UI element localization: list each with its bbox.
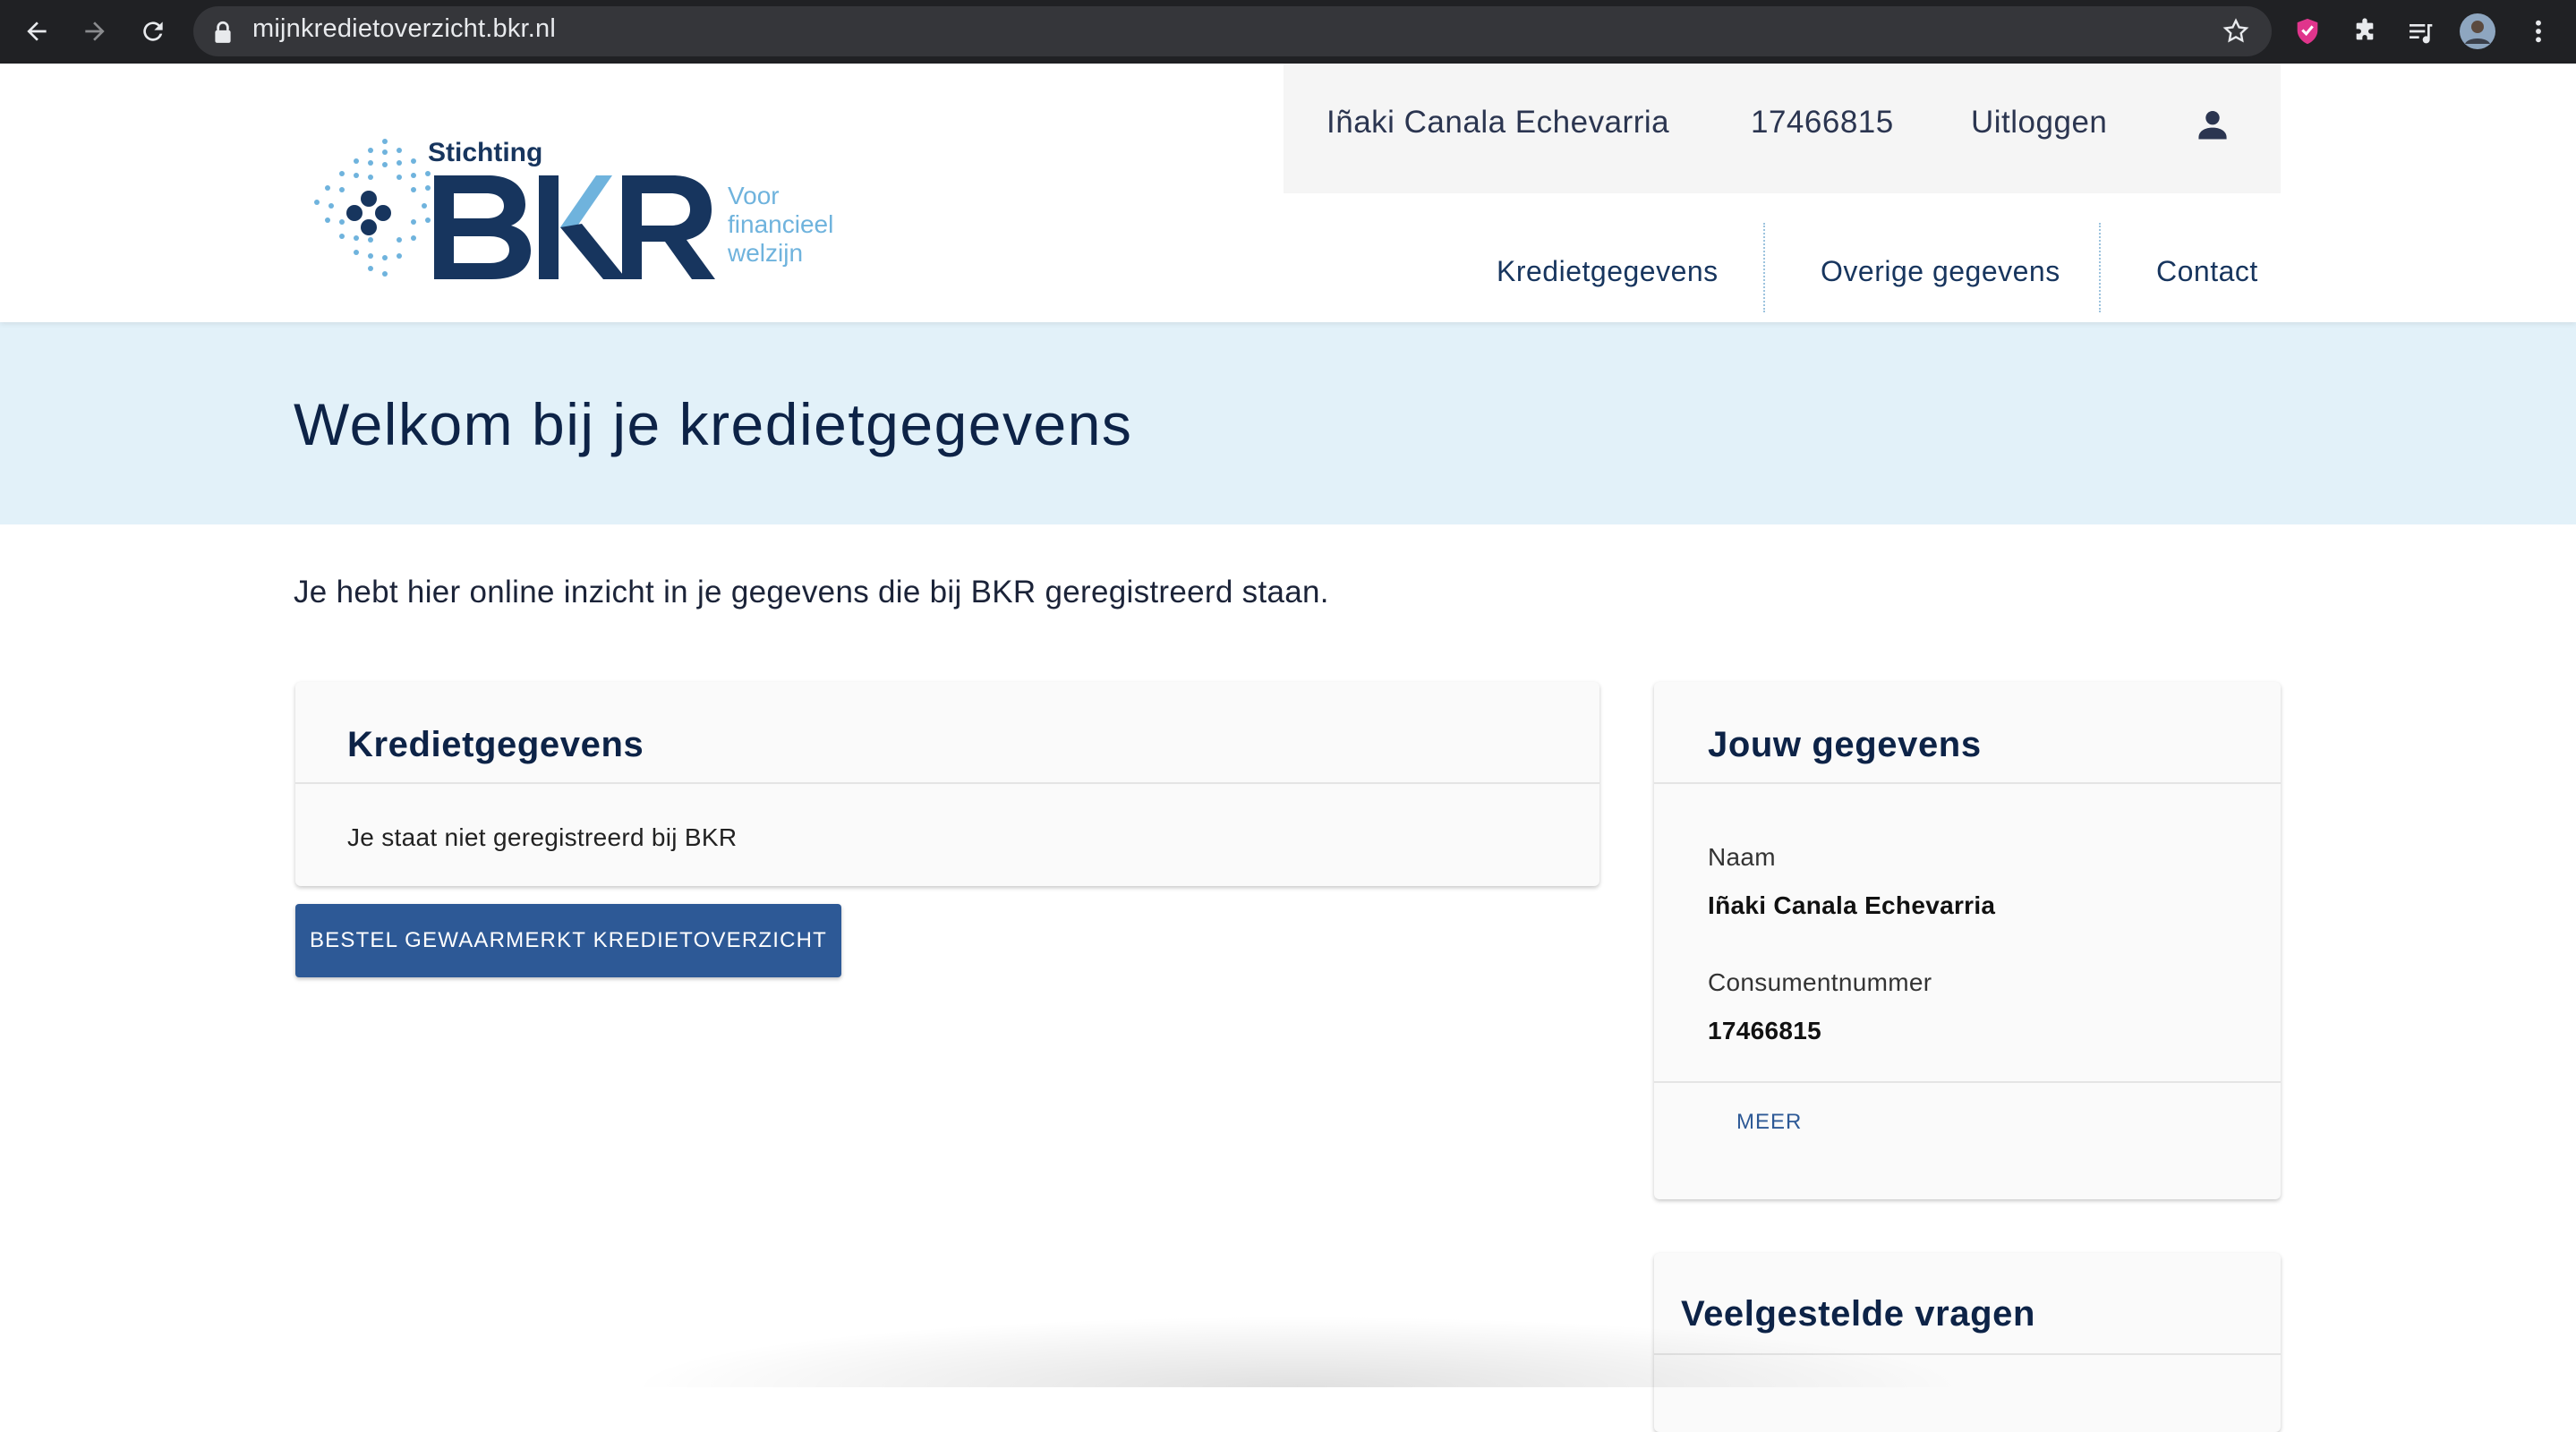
user-account-icon[interactable]: [2193, 105, 2232, 148]
nav-overige-gegevens[interactable]: Overige gegevens: [1821, 255, 2060, 288]
consumer-number-value: 17466815: [1708, 1017, 1821, 1044]
hero-banner: Welkom bij je kredietgegevens: [0, 322, 2576, 524]
url-text: mijnkredietoverzicht.bkr.nl: [252, 14, 557, 43]
browser-menu-icon[interactable]: [2519, 12, 2558, 51]
credit-data-card: Kredietgegevens Je staat niet geregistre…: [295, 682, 1599, 886]
user-bar: Iñaki Canala Echevarria 17466815 Uitlogg…: [1284, 64, 2281, 193]
bkr-logo[interactable]: Stichting Voor financieel welzijn: [313, 131, 850, 310]
nav-contact[interactable]: Contact: [2156, 255, 2258, 288]
media-queue-icon[interactable]: [2401, 12, 2440, 51]
browser-toolbar: mijnkredietoverzicht.bkr.nl: [0, 0, 2576, 64]
extensions-puzzle-icon[interactable]: [2345, 12, 2384, 51]
order-credit-overview-button[interactable]: BESTEL GEWAARMERKT KREDIETOVERZICHT: [295, 904, 841, 977]
logo-tagline-1: Voor: [728, 182, 780, 209]
user-name: Iñaki Canala Echevarria: [1326, 105, 1670, 140]
logo-tagline-3: welzijn: [727, 239, 803, 267]
profile-card-title: Jouw gegevens: [1708, 725, 1982, 764]
credit-card-title: Kredietgegevens: [347, 725, 644, 764]
intro-text: Je hebt hier online inzicht in je gegeve…: [294, 575, 1329, 609]
logout-link[interactable]: Uitloggen: [1971, 105, 2107, 141]
card-divider: [1654, 1081, 2281, 1083]
scroll-shadow: [627, 1316, 1969, 1387]
forward-icon[interactable]: [75, 12, 115, 51]
site-header: Stichting Voor financieel welzijn Iñaki …: [0, 64, 2576, 322]
logo-stichting: Stichting: [428, 138, 542, 167]
shield-extension-icon[interactable]: [2288, 12, 2327, 51]
name-value: Iñaki Canala Echevarria: [1708, 891, 1996, 919]
profile-avatar-icon[interactable]: [2458, 12, 2497, 51]
nav-divider: [2099, 223, 2101, 312]
bookmark-star-icon[interactable]: [2216, 12, 2256, 51]
card-divider: [295, 782, 1599, 784]
credit-status-text: Je staat niet geregistreerd bij BKR: [347, 823, 738, 851]
user-consumer-number: 17466815: [1751, 105, 1894, 140]
lock-icon: [211, 20, 235, 48]
name-label: Naam: [1708, 843, 1776, 871]
page-title: Welkom bij je kredietgegevens: [294, 391, 1133, 457]
card-divider: [1654, 782, 2281, 784]
back-icon[interactable]: [17, 12, 56, 51]
bkr-logo-graphic: Stichting Voor financieel welzijn: [314, 138, 833, 279]
more-button[interactable]: MEER: [1736, 1110, 1802, 1135]
consumer-number-label: Consumentnummer: [1708, 968, 1932, 996]
nav-kredietgegevens[interactable]: Kredietgegevens: [1497, 255, 1719, 288]
reload-icon[interactable]: [133, 12, 173, 51]
nav-divider: [1763, 223, 1765, 312]
logo-tagline-2: financieel: [728, 210, 833, 238]
